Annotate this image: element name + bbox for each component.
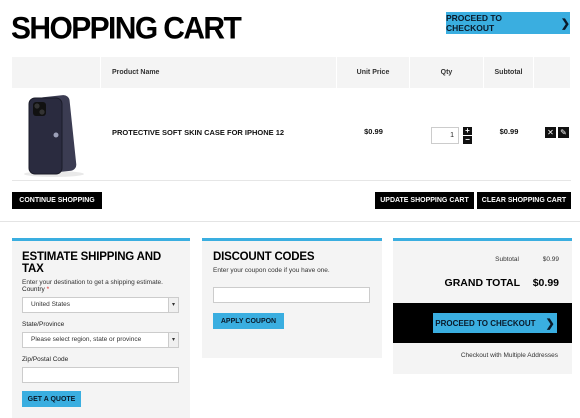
close-icon[interactable]: ✕ bbox=[545, 127, 556, 138]
checkout-multiple-addresses-link[interactable]: Checkout with Multiple Addresses bbox=[393, 352, 572, 359]
subtotal-label: Subtotal bbox=[495, 256, 519, 263]
region-select-value: Please select region, state or province bbox=[31, 336, 142, 343]
apply-coupon-button[interactable]: APPLY COUPON bbox=[213, 313, 284, 329]
proceed-to-checkout-button-top[interactable]: PROCEED TO CHECKOUT ❯ bbox=[446, 12, 570, 34]
grand-total-value: $0.99 bbox=[532, 277, 559, 289]
header-actions-col bbox=[534, 57, 571, 88]
zip-input[interactable] bbox=[22, 367, 179, 383]
chevron-down-icon: ▾ bbox=[168, 298, 178, 312]
subtotal-cell: $0.99 bbox=[484, 88, 534, 180]
header-product-name: Product Name bbox=[101, 57, 337, 88]
phone-case-image bbox=[24, 95, 84, 177]
proceed-to-checkout-label: PROCEED TO CHECKOUT bbox=[446, 13, 503, 33]
product-name[interactable]: PROTECTIVE SOFT SKIN CASE FOR IPHONE 12 bbox=[112, 128, 337, 137]
qty-input[interactable]: 1 bbox=[431, 127, 459, 144]
quantity-stepper: + − bbox=[463, 127, 472, 144]
country-label: Country * bbox=[22, 286, 49, 293]
unit-price-cell: $0.99 bbox=[337, 88, 410, 180]
chevron-right-icon: ❯ bbox=[560, 17, 570, 30]
discount-desc: Enter your coupon code if you have one. bbox=[213, 267, 330, 274]
region-select[interactable]: Please select region, state or province … bbox=[22, 332, 179, 348]
country-label-text: Country bbox=[22, 286, 45, 293]
chevron-right-icon: ❯ bbox=[545, 317, 555, 330]
clear-cart-button[interactable]: CLEAR SHOPPING CART bbox=[477, 192, 571, 209]
page-title: SHOPPING CART bbox=[11, 11, 242, 46]
grand-total-label: GRAND TOTAL bbox=[444, 277, 520, 289]
product-name-cell: PROTECTIVE SOFT SKIN CASE FOR IPHONE 12 bbox=[101, 88, 337, 180]
pencil-icon[interactable]: ✎ bbox=[558, 127, 569, 138]
checkout-bar: PROCEED TO CHECKOUT ❯ bbox=[393, 303, 572, 343]
proceed-to-checkout-button[interactable]: PROCEED TO CHECKOUT ❯ bbox=[433, 313, 557, 333]
product-image[interactable] bbox=[12, 88, 101, 180]
country-select[interactable]: United States ▾ bbox=[22, 297, 179, 313]
estimate-shipping-panel: ESTIMATE SHIPPING AND TAX Enter your des… bbox=[12, 238, 190, 418]
section-divider bbox=[0, 221, 580, 222]
chevron-down-icon: ▾ bbox=[168, 333, 178, 347]
coupon-code-input[interactable] bbox=[213, 287, 370, 303]
minus-icon[interactable]: − bbox=[463, 136, 472, 144]
plus-icon[interactable]: + bbox=[463, 127, 472, 135]
get-quote-button[interactable]: GET A QUOTE bbox=[22, 391, 81, 407]
table-header: Product Name Unit Price Qty Subtotal bbox=[12, 57, 571, 88]
table-row: PROTECTIVE SOFT SKIN CASE FOR IPHONE 12 … bbox=[12, 88, 571, 181]
shipping-title: ESTIMATE SHIPPING AND TAX bbox=[22, 251, 161, 275]
continue-shopping-button[interactable]: CONTINUE SHOPPING bbox=[12, 192, 102, 209]
country-select-value: United States bbox=[31, 301, 71, 308]
header-qty: Qty bbox=[410, 57, 484, 88]
shipping-desc: Enter your destination to get a shipping… bbox=[22, 279, 163, 286]
zip-label: Zip/Postal Code bbox=[22, 356, 69, 363]
header-subtotal: Subtotal bbox=[484, 57, 534, 88]
discount-codes-panel: DISCOUNT CODES Enter your coupon code if… bbox=[202, 238, 382, 358]
update-cart-button[interactable]: UPDATE SHOPPING CART bbox=[375, 192, 474, 209]
required-mark: * bbox=[46, 286, 50, 293]
cart-table: Product Name Unit Price Qty Subtotal PRO… bbox=[12, 57, 571, 181]
row-subtotal: $0.99 bbox=[499, 127, 519, 136]
header-unit-price: Unit Price bbox=[337, 57, 410, 88]
region-label: State/Province bbox=[22, 321, 65, 328]
row-actions: ✕ ✎ bbox=[534, 88, 571, 180]
subtotal-value: $0.99 bbox=[542, 256, 559, 263]
unit-price: $0.99 bbox=[364, 127, 383, 136]
proceed-to-checkout-label-main: PROCEED TO CHECKOUT bbox=[435, 318, 536, 328]
discount-title: DISCOUNT CODES bbox=[213, 251, 315, 263]
qty-cell: 1 + − bbox=[410, 88, 484, 180]
header-image-col bbox=[12, 57, 101, 88]
cart-totals-panel: Subtotal $0.99 GRAND TOTAL $0.99 PROCEED… bbox=[393, 238, 572, 374]
